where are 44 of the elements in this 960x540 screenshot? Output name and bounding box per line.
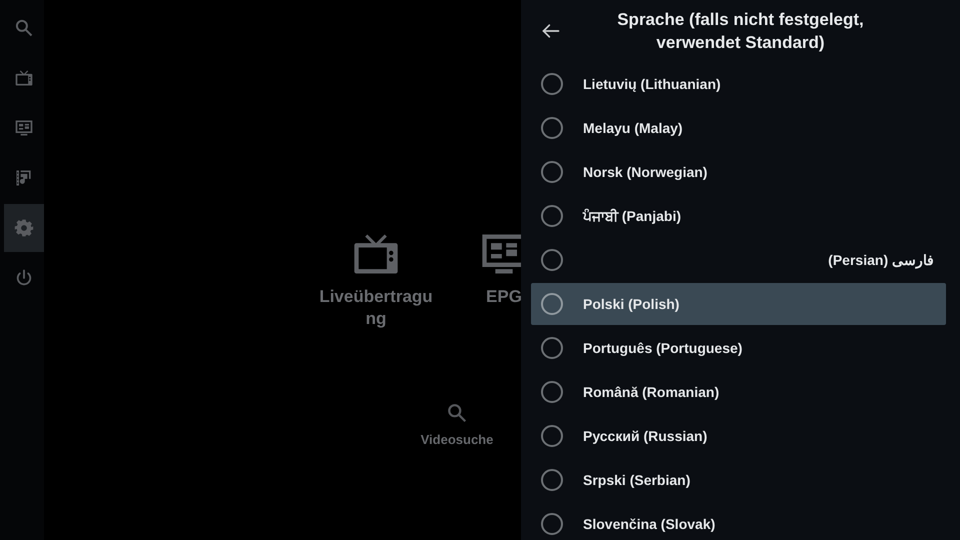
option-label: Melayu (Malay) [583,120,683,136]
language-option[interactable]: Русский (Russian) [531,415,946,457]
radio-button[interactable] [541,249,563,271]
sidebar-item[interactable] [4,204,44,252]
option-label: فارسی (Persian) [827,252,935,268]
radio-button[interactable] [541,381,563,403]
shortcut-label[interactable]: Videosuche [420,432,494,447]
radio-button[interactable] [541,117,563,139]
option-label: Português (Portuguese) [583,340,742,356]
language-option[interactable]: Melayu (Malay) [531,107,946,149]
radio-button[interactable] [541,513,563,535]
language-option[interactable]: Português (Portuguese) [531,327,946,369]
search-icon [14,18,34,38]
settings-icon [14,218,34,238]
option-label: Norsk (Norwegian) [583,164,708,180]
radio-button[interactable] [541,161,563,183]
search-icon [446,402,468,424]
language-option[interactable]: فارسی (Persian) [531,239,946,281]
tv-icon [14,68,34,88]
language-option[interactable]: Norsk (Norwegian) [531,151,946,193]
radio-button[interactable] [541,73,563,95]
tile-label[interactable]: EPG [486,286,522,308]
radio-button[interactable] [541,293,563,315]
language-option[interactable]: ਪੰਜਾਬੀ (Panjabi) [531,195,946,237]
option-label: Русский (Russian) [583,428,708,444]
option-label: Srpski (Serbian) [583,472,690,488]
power-icon [14,268,34,288]
option-label: Română (Romanian) [583,384,720,400]
language-option[interactable]: Lietuvių (Lithuanian) [531,63,946,105]
dialog-title: Sprache (falls nicht festgelegt, verwendet Standard) [616,9,865,54]
language-option[interactable]: Română (Romanian) [531,371,946,413]
option-label: Slovenčina (Slovak) [583,516,716,532]
radio-button[interactable] [541,469,563,491]
radio-button[interactable] [541,425,563,447]
language-option[interactable]: Slovenčina (Slovak) [531,503,946,540]
radio-button[interactable] [541,205,563,227]
radio-button[interactable] [541,337,563,359]
language-option[interactable]: Srpski (Serbian) [531,459,946,501]
monitor-icon [14,118,34,138]
option-label: Lietuvių (Lithuanian) [583,76,721,92]
option-label: Polski (Polish) [583,296,680,312]
language-option[interactable]: Polski (Polish) [531,283,946,325]
option-label: ਪੰਜਾਬੀ (Panjabi) [583,208,682,224]
tile-label[interactable]: Liveübertragung [315,286,437,330]
